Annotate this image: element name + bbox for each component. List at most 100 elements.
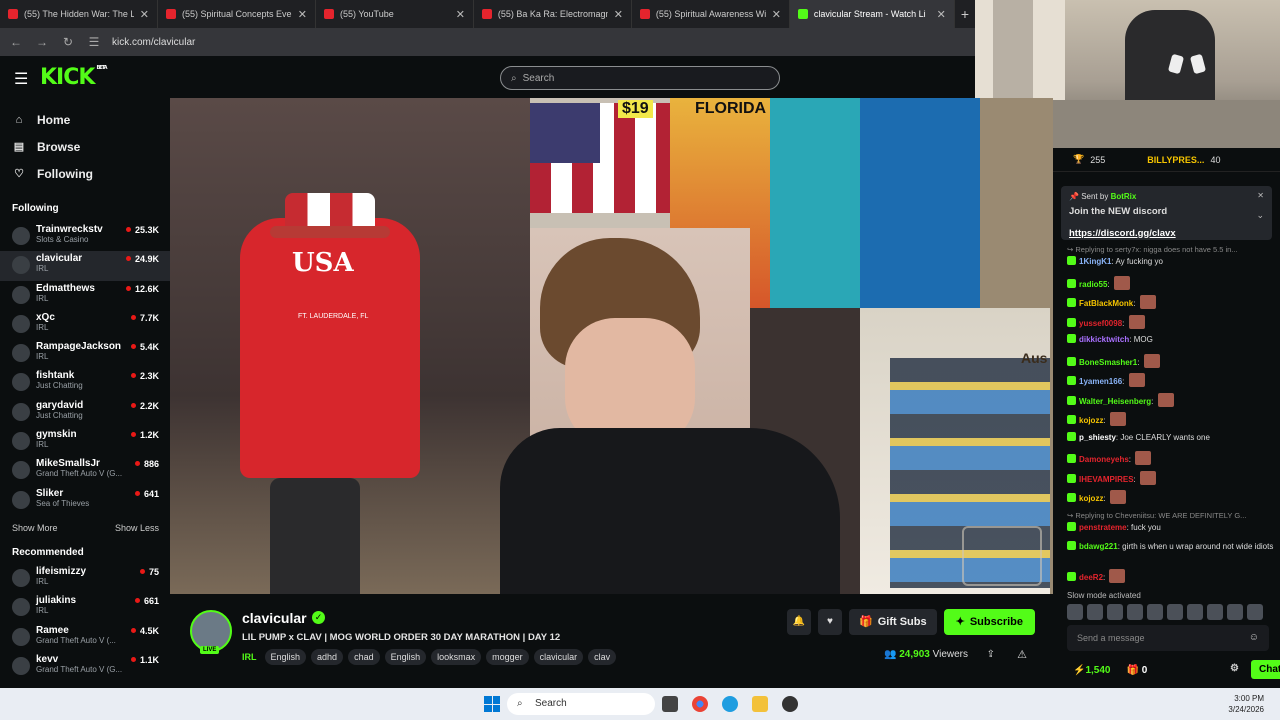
chat-username[interactable]: deeR2	[1079, 573, 1103, 582]
chat-send-button[interactable]: Chat	[1251, 660, 1280, 679]
browser-tab[interactable]: (55) Spiritual Awareness Will Re ✕	[632, 0, 790, 28]
url-field[interactable]: kick.com/clavicular	[112, 37, 195, 48]
channel-item[interactable]: MikeSmallsJr Grand Theft Auto V (G... 886	[0, 456, 170, 485]
channel-item[interactable]: gymskin IRL 1.2K	[0, 427, 170, 456]
channel-points[interactable]: ⚡1,540	[1073, 665, 1110, 676]
chat-settings-icon[interactable]: ⚙	[1230, 663, 1239, 674]
chat-username[interactable]: bdawg221	[1079, 542, 1118, 551]
search-input[interactable]: ⌕ Search	[500, 66, 780, 90]
chrome-icon[interactable]	[692, 696, 708, 712]
kick-logo[interactable]: KICK BETA	[40, 65, 108, 90]
nav-home[interactable]: ⌂ Home	[0, 106, 170, 133]
chat-username[interactable]: penstrateme	[1079, 523, 1127, 532]
edge-icon[interactable]	[722, 696, 738, 712]
channel-item[interactable]: Trainwreckstv Slots & Casino 25.3K	[0, 222, 170, 251]
channel-item[interactable]: juliakins IRL 661	[0, 593, 170, 622]
windows-start-icon[interactable]	[484, 696, 500, 712]
chat-message[interactable]: BoneSmasher1:	[1067, 353, 1280, 374]
emoji-icon[interactable]: ☺	[1249, 625, 1259, 651]
stream-tag[interactable]: clavicular	[533, 649, 584, 665]
gift-count[interactable]: 🎁 0	[1126, 665, 1147, 676]
chat-username[interactable]: FatBlackMonk	[1079, 299, 1133, 308]
emote-icon[interactable]	[1127, 603, 1143, 620]
stream-tag[interactable]: English	[264, 649, 307, 665]
emote-icon[interactable]	[1187, 603, 1203, 620]
subscribe-button[interactable]: ✦ Subscribe	[943, 609, 1035, 635]
site-info-icon[interactable]: ☰	[86, 35, 102, 49]
file-explorer-icon[interactable]	[752, 696, 768, 712]
show-more-button[interactable]: Show More	[12, 523, 58, 533]
forward-icon[interactable]: →	[34, 35, 50, 49]
browser-tab[interactable]: (55) Ba Ka Ra: Electromagnetic ✕	[474, 0, 632, 28]
chat-message[interactable]: radio55:	[1067, 275, 1280, 296]
channel-item[interactable]: Edmatthews IRL 12.6K	[0, 281, 170, 310]
show-less-button[interactable]: Show Less	[115, 523, 159, 533]
channel-item[interactable]: kevv Grand Theft Auto V (G... 1.1K	[0, 652, 170, 681]
channel-item[interactable]: fishtank Just Chatting 2.3K	[0, 368, 170, 397]
nav-following[interactable]: ♡ Following	[0, 160, 170, 187]
chat-username[interactable]: radio55	[1079, 280, 1107, 289]
chat-username[interactable]: Walter_Heisenberg	[1079, 397, 1151, 406]
chat-message[interactable]: Damoneyehs:	[1067, 451, 1280, 471]
chat-message[interactable]: IHEVAMPIRES:	[1067, 470, 1280, 491]
category-link[interactable]: IRL	[242, 652, 257, 662]
file-viewer-app-icon[interactable]	[662, 696, 678, 712]
chevron-down-icon[interactable]: ⌄	[1256, 210, 1264, 221]
chat-message[interactable]: kojozz:	[1067, 490, 1280, 510]
chat-message[interactable]: FatBlackMonk:	[1067, 295, 1280, 315]
chat-message[interactable]: 1KingK1: Ay fucking yo	[1067, 256, 1280, 276]
emote-icon[interactable]	[1107, 603, 1123, 620]
stream-tag[interactable]: clav	[588, 649, 617, 665]
emote-icon[interactable]	[1147, 603, 1163, 620]
share-icon[interactable]: ⇪	[987, 649, 995, 660]
close-tab-icon[interactable]: ✕	[937, 8, 946, 21]
chat-message[interactable]: yussef0098:	[1067, 314, 1280, 335]
stream-tag[interactable]: adhd	[311, 649, 344, 665]
gift-subs-button[interactable]: 🎁 Gift Subs	[849, 609, 937, 635]
notification-bell-button[interactable]: 🔔	[787, 609, 811, 635]
chat-username[interactable]: yussef0098	[1079, 319, 1122, 328]
channel-item[interactable]: lifeismizzy IRL 75	[0, 564, 170, 593]
chat-message-input[interactable]: Send a message ☺	[1067, 625, 1269, 651]
channel-item[interactable]: garydavid Just Chatting 2.2K	[0, 398, 170, 427]
close-tab-icon[interactable]: ✕	[614, 8, 623, 21]
pinned-message[interactable]: 📌 Sent by BotRix Join the NEW discord ht…	[1061, 186, 1272, 240]
chat-username[interactable]: 1KingK1	[1079, 257, 1111, 266]
chat-username[interactable]: p_shiesty	[1079, 433, 1116, 442]
chat-username[interactable]: IHEVAMPIRES	[1079, 475, 1134, 484]
chat-username[interactable]: dikkicktwitch	[1079, 335, 1129, 344]
channel-item[interactable]: clavicular IRL 24.9K	[0, 251, 170, 281]
pinned-link[interactable]: https://discord.gg/clavx	[1069, 228, 1264, 239]
close-tab-icon[interactable]: ✕	[456, 8, 465, 21]
stream-tag[interactable]: chad	[348, 649, 380, 665]
emote-icon[interactable]	[1247, 603, 1263, 620]
chat-message[interactable]: deeR2:	[1067, 569, 1280, 589]
chat-username[interactable]: kojozz	[1079, 416, 1103, 425]
chat-message[interactable]: Walter_Heisenberg:	[1067, 392, 1280, 413]
streamer-name[interactable]: clavicular	[242, 610, 307, 626]
channel-item[interactable]: Ramee Grand Theft Auto V (... 4.5K	[0, 623, 170, 652]
emote-icon[interactable]	[1067, 603, 1083, 620]
hamburger-menu-icon[interactable]: ☰	[14, 69, 28, 89]
nav-browse[interactable]: ▤ Browse	[0, 133, 170, 160]
close-tab-icon[interactable]: ✕	[772, 8, 781, 21]
unpin-icon[interactable]: ✕	[1257, 191, 1264, 200]
chat-message[interactable]: kojozz:	[1067, 412, 1280, 432]
browser-tab[interactable]: clavicular Stream - Watch Li ✕	[789, 0, 955, 28]
chat-message[interactable]: 1yamen166:	[1067, 373, 1280, 393]
channel-item[interactable]: xQc IRL 7.7K	[0, 310, 170, 339]
app-icon[interactable]	[782, 696, 798, 712]
channel-item[interactable]: Sliker Sea of Thieves 641	[0, 486, 170, 515]
chat-username[interactable]: BoneSmasher1	[1079, 358, 1137, 367]
system-clock[interactable]: 3:00 PM 3/24/2026	[1228, 693, 1264, 715]
browser-tab[interactable]: (55) Spiritual Concepts Everyone ✕	[158, 0, 316, 28]
emote-icon[interactable]	[1087, 603, 1103, 620]
chat-username[interactable]: kojozz	[1079, 494, 1103, 503]
emote-icon[interactable]	[1207, 603, 1223, 620]
stream-tag[interactable]: English	[384, 649, 427, 665]
stream-tag[interactable]: mogger	[486, 649, 529, 665]
close-tab-icon[interactable]: ✕	[298, 8, 307, 21]
chat-username[interactable]: 1yamen166	[1079, 377, 1122, 386]
emote-icon[interactable]	[1167, 603, 1183, 620]
chat-message[interactable]: penstrateme: fuck you	[1067, 521, 1280, 542]
